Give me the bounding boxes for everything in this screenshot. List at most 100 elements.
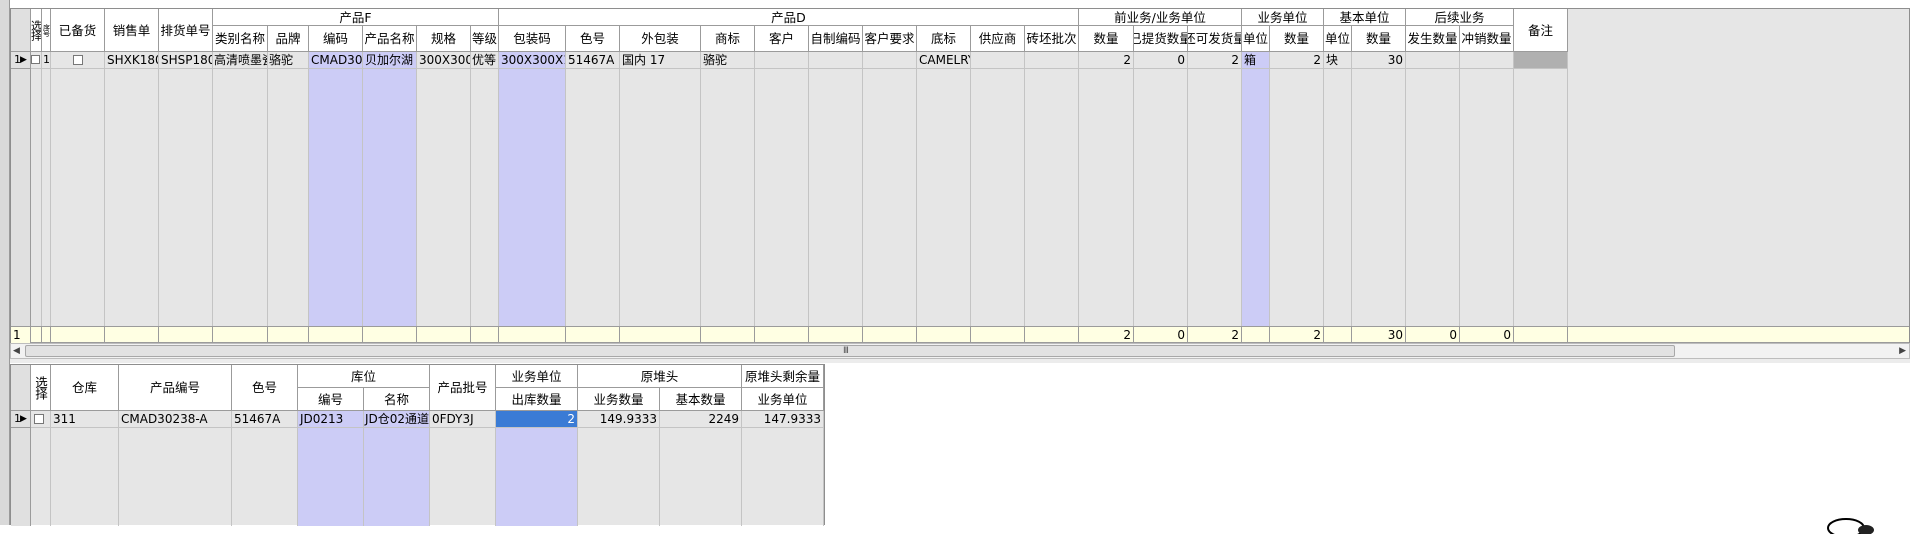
orig-biz-qty-cell[interactable]: 149.9333 bbox=[578, 411, 660, 428]
horizontal-scrollbar[interactable]: ◀ III ▶ bbox=[10, 343, 1910, 359]
header-biz-unit[interactable]: 单位 bbox=[1242, 26, 1270, 52]
header-warehouse[interactable]: 仓库 bbox=[51, 365, 119, 411]
color-no-cell[interactable]: 51467A bbox=[232, 411, 298, 428]
schedule-no-cell[interactable]: SHSP18090( bbox=[159, 52, 213, 69]
bottom-mark-cell[interactable]: CAMELRY bbox=[917, 52, 971, 69]
header-color-no[interactable]: 色号 bbox=[566, 26, 620, 52]
scroll-left-arrow-icon[interactable]: ◀ bbox=[13, 344, 20, 358]
header-brand[interactable]: 品牌 bbox=[268, 26, 309, 52]
self-code-cell[interactable] bbox=[809, 52, 863, 69]
header-shippable-qty[interactable]: 还可发货量 bbox=[1188, 26, 1242, 52]
header-picked-qty[interactable]: 已提货数量 bbox=[1134, 26, 1188, 52]
header-offset-qty[interactable]: 冲销数量 bbox=[1460, 26, 1514, 52]
row-select-cell[interactable] bbox=[31, 52, 42, 69]
header-spec[interactable]: 规格 bbox=[417, 26, 471, 52]
base-qty-cell[interactable]: 30 bbox=[1352, 52, 1406, 69]
category-cell[interactable]: 高清喷墨瓷片 bbox=[213, 52, 268, 69]
header-code[interactable]: 编码 bbox=[309, 26, 363, 52]
table-row[interactable]: 1▶ 1 SHXK18090( SHSP18090( 高清喷墨瓷片 骆驼 CMA… bbox=[11, 52, 1568, 69]
header-category[interactable]: 类别名称 bbox=[213, 26, 268, 52]
supplier-cell[interactable] bbox=[971, 52, 1025, 69]
header-schedule-no[interactable]: 排货单号 bbox=[159, 9, 213, 52]
header-sales-order[interactable]: 销售单 bbox=[105, 9, 159, 52]
spec-cell[interactable]: 300X300 bbox=[417, 52, 471, 69]
out-qty-cell[interactable]: 2 bbox=[496, 411, 578, 428]
prev-qty-column bbox=[1079, 52, 1134, 326]
warehouse-cell[interactable]: 311 bbox=[51, 411, 119, 428]
customer-cell[interactable] bbox=[755, 52, 809, 69]
header-outer-pack[interactable]: 外包装 bbox=[620, 26, 701, 52]
header-supplier[interactable]: 供应商 bbox=[971, 26, 1025, 52]
header-out-qty[interactable]: 出库数量 bbox=[496, 388, 578, 411]
location-name-cell[interactable]: JD仓02通道 bbox=[364, 411, 430, 428]
occur-qty-cell[interactable] bbox=[1406, 52, 1460, 69]
picked-qty-cell[interactable]: 0 bbox=[1134, 52, 1188, 69]
product-name-cell[interactable]: 贝加尔湖 bbox=[363, 52, 417, 69]
remark-cell[interactable] bbox=[1514, 52, 1568, 69]
offset-qty-cell[interactable] bbox=[1460, 52, 1514, 69]
header-customer-requirement[interactable]: 客户要求 bbox=[863, 26, 917, 52]
biz-unit-cell[interactable]: 箱 bbox=[1242, 52, 1270, 69]
grade-cell[interactable]: 优等 bbox=[471, 52, 499, 69]
row-select-checkbox[interactable] bbox=[31, 55, 40, 64]
row-indicator[interactable]: 1 ▶ bbox=[11, 52, 31, 69]
header-customer[interactable]: 客户 bbox=[755, 26, 809, 52]
header-base-qty[interactable]: 数量 bbox=[1352, 26, 1406, 52]
prev-qty-cell[interactable]: 2 bbox=[1079, 52, 1134, 69]
header-orig-base-qty[interactable]: 基本数量 bbox=[660, 388, 742, 411]
row-indicator[interactable]: 1 ▶ bbox=[11, 411, 31, 428]
header-seq[interactable]: 序号 bbox=[42, 9, 51, 52]
header-self-code[interactable]: 自制编码 bbox=[809, 26, 863, 52]
bottom-location-grid[interactable]: 选择 仓库 产品编号 色号 库位 编号 名称 产品批号 业务单位 出库数量 原堆… bbox=[10, 364, 825, 526]
color-no-cell[interactable]: 51467A bbox=[566, 52, 620, 69]
header-product-code[interactable]: 产品编号 bbox=[119, 365, 232, 411]
pack-code-cell[interactable]: 300X300X15 bbox=[499, 52, 566, 69]
scrollbar-thumb[interactable]: III bbox=[25, 345, 1675, 357]
header-occur-qty[interactable]: 发生数量 bbox=[1406, 26, 1460, 52]
header-trademark[interactable]: 商标 bbox=[701, 26, 755, 52]
header-color-no[interactable]: 色号 bbox=[232, 365, 298, 411]
header-bottom-mark[interactable]: 底标 bbox=[917, 26, 971, 52]
header-blank-batch[interactable]: 砖坯批次 bbox=[1025, 26, 1079, 52]
trademark-cell[interactable]: 骆驼 bbox=[701, 52, 755, 69]
panel-splitter[interactable] bbox=[10, 359, 1910, 363]
header-batch[interactable]: 产品批号 bbox=[430, 365, 496, 411]
base-unit-cell[interactable]: 块 bbox=[1324, 52, 1352, 69]
biz-qty-cell[interactable]: 2 bbox=[1270, 52, 1324, 69]
header-location-code[interactable]: 编号 bbox=[298, 388, 364, 411]
totals-index: 1 bbox=[11, 327, 31, 344]
header-product-name[interactable]: 产品名称 bbox=[363, 26, 417, 52]
header-remain-biz-unit[interactable]: 业务单位 bbox=[742, 388, 824, 411]
header-location-name[interactable]: 名称 bbox=[364, 388, 430, 411]
header-pack-code[interactable]: 包装码 bbox=[499, 26, 566, 52]
header-biz-qty[interactable]: 数量 bbox=[1270, 26, 1324, 52]
row-select-cell[interactable] bbox=[31, 411, 51, 428]
scroll-right-arrow-icon[interactable]: ▶ bbox=[1899, 344, 1906, 358]
row-select-checkbox[interactable] bbox=[34, 414, 44, 424]
blank-batch-cell[interactable] bbox=[1025, 52, 1079, 69]
product-code-cell[interactable]: CMAD30238-A bbox=[119, 411, 232, 428]
header-prev-qty[interactable]: 数量 bbox=[1079, 26, 1134, 52]
header-select[interactable]: 选择 bbox=[31, 9, 42, 52]
header-select[interactable]: 选择 bbox=[31, 365, 51, 411]
brand-cell[interactable]: 骆驼 bbox=[268, 52, 309, 69]
orig-base-qty-cell[interactable]: 2249 bbox=[660, 411, 742, 428]
batch-cell[interactable]: 0FDY3J bbox=[430, 411, 496, 428]
outer-pack-cell[interactable]: 国内 17 bbox=[620, 52, 701, 69]
pack-code-column bbox=[499, 52, 566, 326]
header-grade[interactable]: 等级 bbox=[471, 26, 499, 52]
sales-order-cell[interactable]: SHXK18090( bbox=[105, 52, 159, 69]
remain-qty-cell[interactable]: 147.9333 bbox=[742, 411, 824, 428]
table-row[interactable]: 1 ▶ 311 CMAD30238-A 51467A JD0213 JD仓02通道… bbox=[11, 411, 824, 428]
code-cell[interactable]: CMAD30238 bbox=[309, 52, 363, 69]
customer-requirement-cell[interactable] bbox=[863, 52, 917, 69]
header-prepared[interactable]: 已备货 bbox=[51, 9, 105, 52]
prepared-cell[interactable] bbox=[51, 52, 105, 69]
shippable-qty-cell[interactable]: 2 bbox=[1188, 52, 1242, 69]
location-code-cell[interactable]: JD0213 bbox=[298, 411, 364, 428]
header-remark[interactable]: 备注 bbox=[1514, 9, 1568, 52]
prepared-checkbox[interactable] bbox=[73, 55, 83, 65]
header-base-unit[interactable]: 单位 bbox=[1324, 26, 1352, 52]
top-product-grid[interactable]: 选择 序号 已备货 销售单 排货单号 备注 产品F 产品D 前业务/业务单位 业… bbox=[10, 8, 1910, 344]
header-orig-biz-qty[interactable]: 业务数量 bbox=[578, 388, 660, 411]
